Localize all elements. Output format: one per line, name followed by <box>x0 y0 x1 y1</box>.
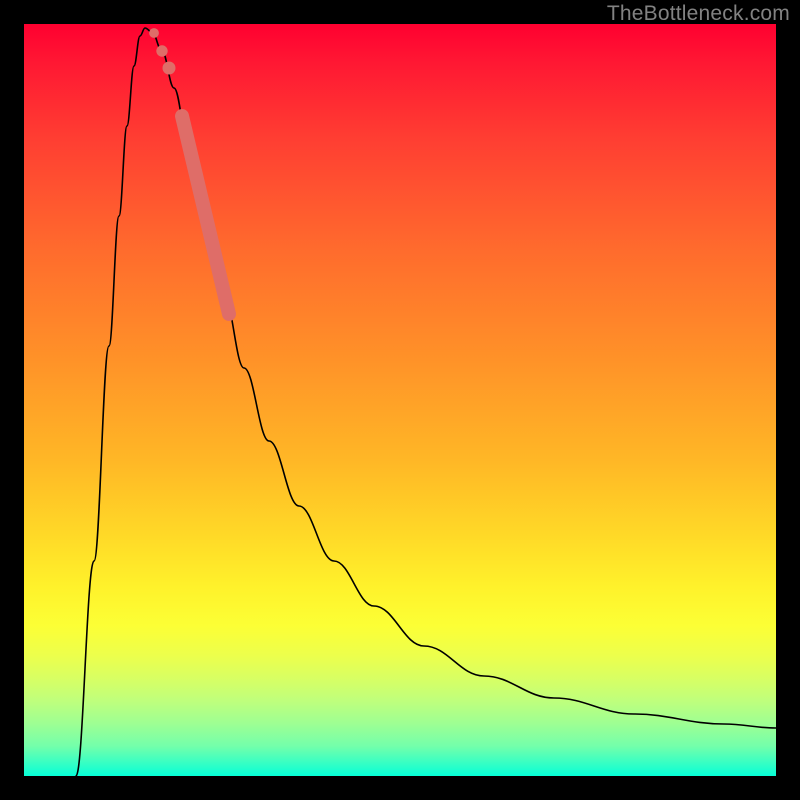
watermark-text: TheBottleneck.com <box>607 2 790 26</box>
highlight-dot <box>163 62 176 75</box>
highlight-dot <box>149 28 159 38</box>
highlight-dots <box>149 28 175 74</box>
highlighted-segment <box>182 116 229 314</box>
curve-layer <box>24 24 776 776</box>
highlight-dot <box>156 45 167 56</box>
plot-area <box>24 24 776 776</box>
chart-frame: TheBottleneck.com <box>0 0 800 800</box>
